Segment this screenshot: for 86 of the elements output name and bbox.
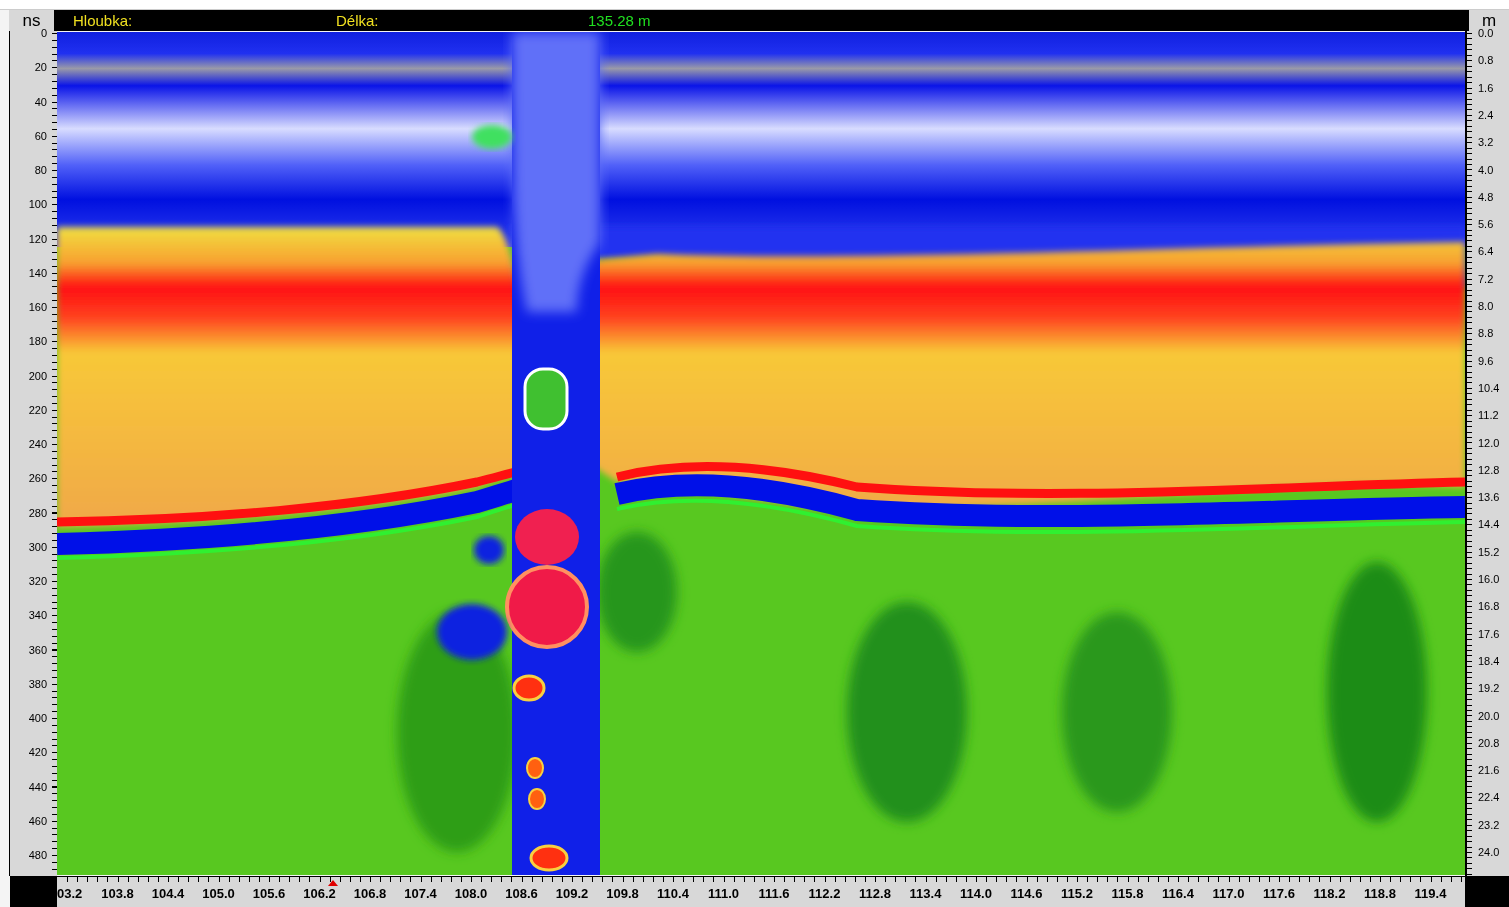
axis-tick-label: 105.0	[202, 886, 235, 901]
axis-tick-label: 9.6	[1478, 354, 1494, 367]
axis-tick-label: 4.0	[1478, 163, 1494, 176]
axis-tick-label: 115.8	[1111, 886, 1144, 901]
axis-tick-label: 112.2	[808, 886, 841, 901]
axis-tick-label: 440	[28, 780, 47, 793]
axis-tick-label: 8.8	[1478, 327, 1494, 340]
axis-tick-label: 80	[34, 164, 47, 176]
axis-tick-label: 111.6	[758, 886, 790, 901]
axis-tick-label: 116.4	[1162, 886, 1194, 901]
axis-tick-label: 320	[28, 575, 47, 587]
axis-tick-label: 60	[34, 129, 47, 142]
axis-tick-label: 14.4	[1478, 518, 1500, 531]
axis-tick-label: 18.4	[1478, 654, 1500, 667]
axis-tick-label: 113.4	[909, 886, 942, 901]
axis-tick-label: 110.4	[657, 886, 689, 901]
axis-tick-label: 11.2	[1478, 409, 1499, 422]
axis-tick-label: 200	[28, 369, 47, 382]
axis-tick-label: 15.2	[1478, 545, 1500, 558]
axis-tick-label: 20.8	[1478, 736, 1500, 749]
axis-tick-label: 380	[28, 677, 47, 690]
axis-tick-label: 108.0	[454, 886, 488, 901]
axis-tick-label: 21.6	[1478, 764, 1500, 777]
axis-tick-label: 260	[28, 472, 47, 485]
axis-tick-label: 4.8	[1478, 190, 1494, 203]
axis-tick-label: 160	[28, 301, 47, 313]
axis-tick-label: 16.0	[1478, 573, 1500, 585]
axis-tick-label: 8.0	[1478, 300, 1494, 312]
axis-tick-label: 12.8	[1478, 463, 1500, 476]
axis-tick-label: 360	[28, 643, 47, 656]
axis-tick-label: 16.8	[1478, 600, 1500, 613]
axis-tick-label: 115.2	[1061, 886, 1093, 901]
axis-tick-label: 20	[34, 61, 47, 74]
length-value: 135.28 m	[588, 12, 651, 29]
axis-tick-label: 400	[28, 712, 47, 724]
axis-tick-label: 10.4	[1478, 381, 1500, 394]
axis-tick-label: 106.2	[303, 886, 336, 901]
axis-tick-label: 100	[28, 198, 47, 211]
axis-tick-label: 13.6	[1478, 491, 1500, 504]
axis-tick-label: 22.4	[1478, 791, 1500, 804]
axis-tick-label: 17.6	[1478, 627, 1500, 640]
axis-tick-label: 5.6	[1478, 218, 1494, 231]
axis-tick-label: 112.8	[859, 886, 891, 901]
axis-tick-label: 104.4	[151, 886, 185, 901]
axis-tick-label: 23.2	[1478, 818, 1500, 831]
axis-tick-label: 19.2	[1478, 682, 1500, 695]
axis-tick-label: 114.6	[1010, 886, 1043, 901]
marker-icon	[328, 880, 338, 886]
axis-tick-label: 220	[28, 403, 47, 416]
axis-tick-label: 0.8	[1478, 54, 1494, 67]
axis-tick-label: 180	[28, 335, 47, 348]
axis-tick-label: 6.4	[1478, 245, 1494, 258]
axis-tick-label: 1.6	[1478, 81, 1494, 94]
axis-tick-label: 118.8	[1364, 886, 1396, 901]
axis-tick-label: 111.0	[707, 886, 740, 901]
axis-tick-label: 20.0	[1478, 709, 1500, 722]
axis-tick-label: 114.0	[960, 886, 992, 901]
depth-label: Hloubka:	[73, 12, 134, 29]
axis-tick-label: 7.2	[1478, 272, 1494, 285]
axis-tick-label: 3.2	[1478, 136, 1494, 149]
axis-tick-label: 109.8	[606, 886, 639, 901]
axis-tick-label: 120	[28, 232, 47, 245]
axis-tick-label: 140	[28, 266, 47, 279]
axis-tick-label: 12.0	[1478, 436, 1500, 449]
axis-tick-label: 117.0	[1212, 886, 1245, 901]
axis-tick-label: 118.2	[1313, 886, 1346, 901]
axis-tick-label: 108.6	[505, 886, 538, 901]
axis-tick-label: 40	[34, 95, 47, 108]
axis-tick-label: 460	[28, 814, 47, 827]
axis-tick-label: 2.4	[1478, 108, 1494, 121]
axis-tick-label: 480	[28, 849, 47, 861]
axis-tick-label: 420	[28, 746, 47, 759]
axis-tick-label: 24.0	[1478, 846, 1500, 858]
axis-tick-label: 280	[28, 506, 47, 519]
axis-tick-label: 119.4	[1414, 886, 1447, 901]
axis-tick-label: 105.6	[252, 886, 286, 901]
axis-tick-label: 300	[28, 540, 47, 553]
axis-tick-label: 117.6	[1263, 886, 1295, 901]
axis-tick-label: 106.8	[353, 886, 387, 901]
axis-tick-label: 107.4	[404, 886, 437, 901]
length-label: Délka:	[336, 12, 380, 29]
axis-tick-label: 109.2	[555, 886, 589, 901]
axis-tick-label: 103.8	[101, 886, 134, 901]
axis-tick-label: 03.2	[57, 886, 83, 901]
axis-tick-label: 340	[28, 609, 47, 622]
axis-tick-label: 240	[28, 438, 47, 450]
